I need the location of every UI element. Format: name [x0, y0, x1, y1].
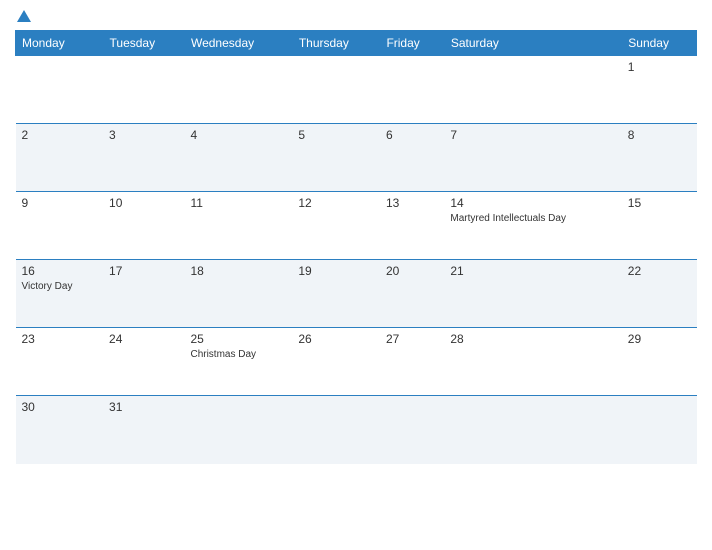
day-number: 17 [109, 264, 178, 278]
weekday-header-wednesday: Wednesday [184, 31, 292, 56]
day-number: 22 [628, 264, 691, 278]
calendar-row: 30 31 [16, 396, 697, 464]
calendar-cell: 12 [292, 192, 380, 260]
event-text: Christmas Day [190, 348, 286, 361]
calendar-cell: 9 [16, 192, 104, 260]
calendar-cell: 5 [292, 124, 380, 192]
logo-triangle-icon [17, 10, 31, 22]
calendar-cell: 23 [16, 328, 104, 396]
calendar-cell: 22 [622, 260, 697, 328]
day-number: 1 [628, 60, 691, 74]
calendar-table: MondayTuesdayWednesdayThursdayFridaySatu… [15, 30, 697, 464]
calendar-cell: 19 [292, 260, 380, 328]
day-number: 7 [450, 128, 615, 142]
calendar-cell [16, 56, 104, 124]
day-number: 4 [190, 128, 286, 142]
calendar-cell: 25 Christmas Day [184, 328, 292, 396]
day-number: 11 [190, 196, 286, 210]
day-number: 20 [386, 264, 438, 278]
calendar-cell: 16 Victory Day [16, 260, 104, 328]
day-number: 5 [298, 128, 374, 142]
calendar-cell: 21 [444, 260, 621, 328]
day-number: 15 [628, 196, 691, 210]
day-number: 27 [386, 332, 438, 346]
day-number: 8 [628, 128, 691, 142]
calendar-cell: 14 Martyred Intellectuals Day [444, 192, 621, 260]
calendar-cell [184, 396, 292, 464]
day-number: 21 [450, 264, 615, 278]
calendar-cell: 3 [103, 124, 184, 192]
calendar-cell [184, 56, 292, 124]
day-number: 18 [190, 264, 286, 278]
calendar-row: 9 10 11 12 13 14 Martyred Intellectuals Day 15 [16, 192, 697, 260]
day-number: 31 [109, 400, 178, 414]
day-number: 25 [190, 332, 286, 346]
weekday-header-sunday: Sunday [622, 31, 697, 56]
calendar-cell: 17 [103, 260, 184, 328]
calendar-cell: 13 [380, 192, 444, 260]
day-number: 3 [109, 128, 178, 142]
calendar-cell: 7 [444, 124, 621, 192]
weekday-header-saturday: Saturday [444, 31, 621, 56]
calendar-row: 1 [16, 56, 697, 124]
day-number: 28 [450, 332, 615, 346]
logo [15, 10, 34, 22]
calendar-cell: 30 [16, 396, 104, 464]
calendar-cell: 11 [184, 192, 292, 260]
calendar-cell [292, 396, 380, 464]
weekday-header-tuesday: Tuesday [103, 31, 184, 56]
day-number: 19 [298, 264, 374, 278]
calendar-cell: 27 [380, 328, 444, 396]
event-text: Martyred Intellectuals Day [450, 212, 615, 225]
calendar-cell: 31 [103, 396, 184, 464]
calendar-cell [622, 396, 697, 464]
day-number: 10 [109, 196, 178, 210]
calendar-cell: 18 [184, 260, 292, 328]
calendar-cell [444, 56, 621, 124]
calendar-row: 2345678 [16, 124, 697, 192]
day-number: 24 [109, 332, 178, 346]
calendar-row: 23 24 25 Christmas Day 26 27 28 29 [16, 328, 697, 396]
calendar-cell: 24 [103, 328, 184, 396]
calendar-cell [380, 56, 444, 124]
calendar-cell: 8 [622, 124, 697, 192]
weekday-header-row: MondayTuesdayWednesdayThursdayFridaySatu… [16, 31, 697, 56]
calendar-cell [103, 56, 184, 124]
weekday-header-monday: Monday [16, 31, 104, 56]
day-number: 9 [22, 196, 98, 210]
weekday-header-friday: Friday [380, 31, 444, 56]
calendar-cell: 2 [16, 124, 104, 192]
day-number: 26 [298, 332, 374, 346]
day-number: 12 [298, 196, 374, 210]
day-number: 29 [628, 332, 691, 346]
calendar-cell [380, 396, 444, 464]
day-number: 16 [22, 264, 98, 278]
calendar-cell: 6 [380, 124, 444, 192]
calendar-cell [292, 56, 380, 124]
calendar-cell: 15 [622, 192, 697, 260]
day-number: 6 [386, 128, 438, 142]
calendar-cell: 4 [184, 124, 292, 192]
calendar-wrapper: MondayTuesdayWednesdayThursdayFridaySatu… [0, 0, 712, 550]
calendar-header [15, 10, 697, 22]
calendar-cell [444, 396, 621, 464]
calendar-cell: 1 [622, 56, 697, 124]
calendar-row: 16 Victory Day 17 18 19 20 21 22 [16, 260, 697, 328]
calendar-cell: 10 [103, 192, 184, 260]
calendar-cell: 29 [622, 328, 697, 396]
event-text: Victory Day [22, 280, 98, 293]
day-number: 2 [22, 128, 98, 142]
calendar-cell: 26 [292, 328, 380, 396]
calendar-cell: 28 [444, 328, 621, 396]
day-number: 30 [22, 400, 98, 414]
calendar-cell: 20 [380, 260, 444, 328]
day-number: 14 [450, 196, 615, 210]
weekday-header-thursday: Thursday [292, 31, 380, 56]
day-number: 13 [386, 196, 438, 210]
day-number: 23 [22, 332, 98, 346]
